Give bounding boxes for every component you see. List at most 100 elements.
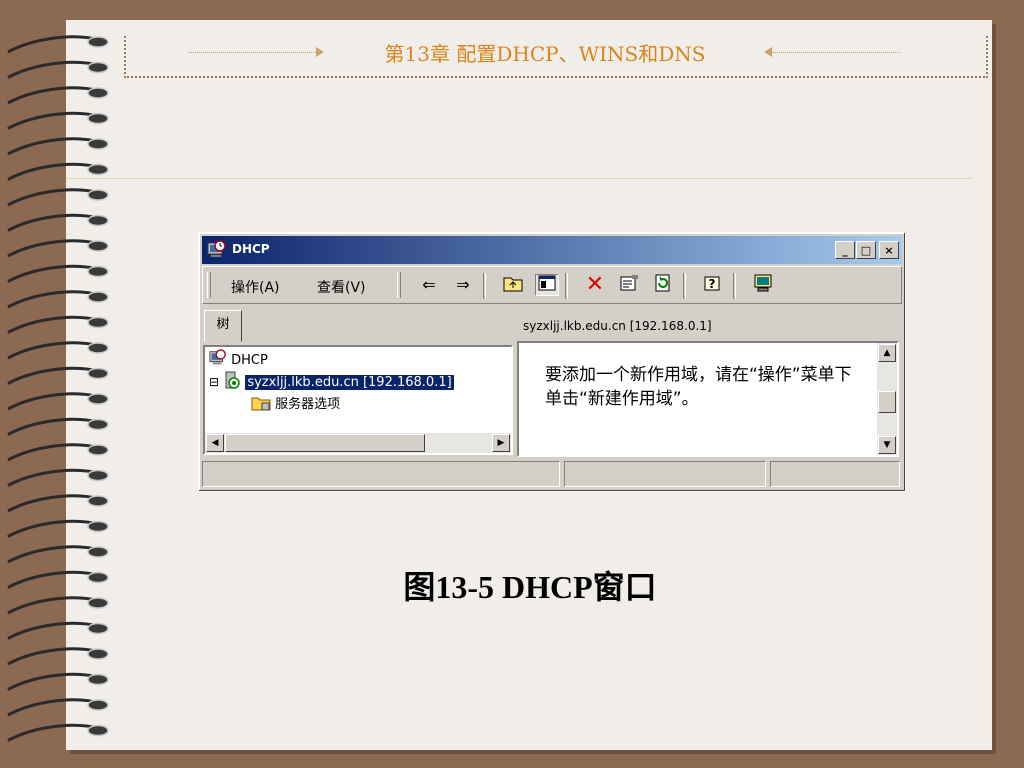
status-cell xyxy=(770,461,900,487)
toolbar-separator xyxy=(733,273,736,299)
binding-hole xyxy=(87,291,109,303)
binding-ring xyxy=(7,545,101,564)
binding-ring xyxy=(7,35,101,54)
delete-icon[interactable]: ✕ xyxy=(583,274,607,296)
status-cell xyxy=(564,461,766,487)
binding-hole xyxy=(87,367,109,380)
figure-caption: 图13-5 DHCP窗口 xyxy=(403,569,657,605)
binding-hole xyxy=(87,571,109,584)
help-icon[interactable]: ? xyxy=(701,274,725,296)
slide-header-title: 第13章 配置DHCP、WINS和DNS xyxy=(384,42,706,66)
folder-icon xyxy=(251,397,271,411)
toolbar-grip[interactable] xyxy=(207,272,211,298)
header-line-right xyxy=(772,52,900,53)
scroll-thumb[interactable] xyxy=(225,434,425,452)
tree-horizontal-scrollbar[interactable]: ◀ ▶ xyxy=(205,433,511,453)
binding-hole xyxy=(87,418,109,431)
header-divider xyxy=(66,178,972,179)
toolbar-grip-2[interactable] xyxy=(397,272,401,298)
tab-tree[interactable]: 树 xyxy=(204,310,242,342)
status-bar xyxy=(202,461,902,487)
scroll-right-button[interactable]: ▶ xyxy=(492,434,510,452)
binding-ring xyxy=(7,494,101,513)
binding-ring xyxy=(7,239,101,258)
server-icon xyxy=(225,371,240,389)
details-message: 要添加一个新作用域，请在“操作”菜单下单击“新建作用域”。 xyxy=(545,365,852,409)
menu-toolbar: 操作(A) 查看(V) ⇐ ⇒ ✕ ? xyxy=(202,266,902,304)
binding-ring xyxy=(7,570,101,589)
tree-item-server[interactable]: ⊟ syzxljj.lkb.edu.cn [192.168.0.1] xyxy=(209,371,454,391)
scroll-thumb[interactable] xyxy=(878,391,896,413)
binding-hole xyxy=(87,444,109,456)
maximize-button[interactable]: □ xyxy=(856,241,876,259)
header-line-left xyxy=(188,52,316,53)
header-arrow-right-icon xyxy=(316,47,324,57)
svg-text:?: ? xyxy=(709,277,716,291)
binding-hole xyxy=(87,265,109,278)
binding-hole xyxy=(87,724,109,737)
binding-ring xyxy=(7,647,101,666)
binding-ring xyxy=(7,468,101,487)
binding-ring xyxy=(7,672,101,691)
binding-ring xyxy=(7,137,101,156)
tree-item-label: syzxljj.lkb.edu.cn [192.168.0.1] xyxy=(245,375,454,390)
binding-hole xyxy=(87,520,109,533)
binding-ring xyxy=(7,596,101,615)
binding-ring xyxy=(7,264,101,283)
binding-ring xyxy=(7,443,101,462)
up-folder-icon[interactable] xyxy=(501,274,525,296)
binding-hole xyxy=(87,36,109,48)
scroll-up-button[interactable]: ▲ xyxy=(878,344,896,362)
tree-expander-icon[interactable]: ⊟ xyxy=(209,375,219,389)
tree-item-label: 服务器选项 xyxy=(275,397,341,412)
minimize-button[interactable]: _ xyxy=(835,241,855,259)
binding-ring xyxy=(7,213,101,232)
show-hide-tree-icon[interactable] xyxy=(535,274,559,296)
refresh-icon[interactable] xyxy=(651,274,675,296)
binding-hole xyxy=(87,342,109,354)
details-pane-header: syzxljj.lkb.edu.cn [192.168.0.1] xyxy=(523,319,712,333)
binding-hole xyxy=(87,240,109,252)
tree-item-dhcp[interactable]: DHCP xyxy=(209,349,268,369)
toolbar-separator xyxy=(683,273,686,299)
tree-item-server-options[interactable]: 服务器选项 xyxy=(251,393,340,413)
dhcp-clock-icon xyxy=(207,240,226,257)
binding-hole xyxy=(87,673,109,686)
close-button[interactable]: × xyxy=(879,241,899,259)
tree-item-label: DHCP xyxy=(231,353,268,368)
binding-ring xyxy=(7,366,101,385)
toolbar-separator xyxy=(483,273,486,299)
binding-hole xyxy=(87,469,109,482)
binding-hole xyxy=(87,189,109,201)
tree-pane[interactable]: DHCP ⊟ syzxljj.lkb.edu.cn [192.168.0.1] … xyxy=(203,345,513,455)
binding-hole xyxy=(87,622,109,635)
header-arrow-left-icon xyxy=(764,47,772,57)
binding-hole xyxy=(87,87,109,99)
binding-ring xyxy=(7,315,101,334)
console-icon[interactable] xyxy=(751,274,775,296)
menu-action[interactable]: 操作(A) xyxy=(231,277,280,297)
binding-ring xyxy=(7,188,101,207)
binding-hole xyxy=(87,316,109,329)
binding-hole xyxy=(87,112,109,125)
back-arrow-icon[interactable]: ⇐ xyxy=(417,274,441,296)
binding-ring xyxy=(7,111,101,130)
scroll-down-button[interactable]: ▼ xyxy=(878,436,896,454)
binding-hole xyxy=(87,61,109,74)
binding-ring xyxy=(7,86,101,105)
window-titlebar[interactable]: DHCP _ □ × xyxy=(202,236,902,264)
binding-ring xyxy=(7,698,101,717)
menu-view[interactable]: 查看(V) xyxy=(317,277,366,297)
dhcp-window: DHCP _ □ × 操作(A) 查看(V) ⇐ ⇒ ✕ ? 树 syzxljj… xyxy=(198,232,906,492)
binding-hole xyxy=(87,495,109,507)
binding-ring xyxy=(7,392,101,411)
scroll-left-button[interactable]: ◀ xyxy=(206,434,224,452)
properties-icon[interactable] xyxy=(617,274,641,296)
binding-ring xyxy=(7,290,101,309)
binding-ring xyxy=(7,341,101,360)
binding-hole xyxy=(87,546,109,558)
tree-tab-row: 树 xyxy=(202,308,514,342)
details-vertical-scrollbar[interactable]: ▲ ▼ xyxy=(877,343,897,455)
status-cell xyxy=(202,461,560,487)
forward-arrow-icon[interactable]: ⇒ xyxy=(451,274,475,296)
